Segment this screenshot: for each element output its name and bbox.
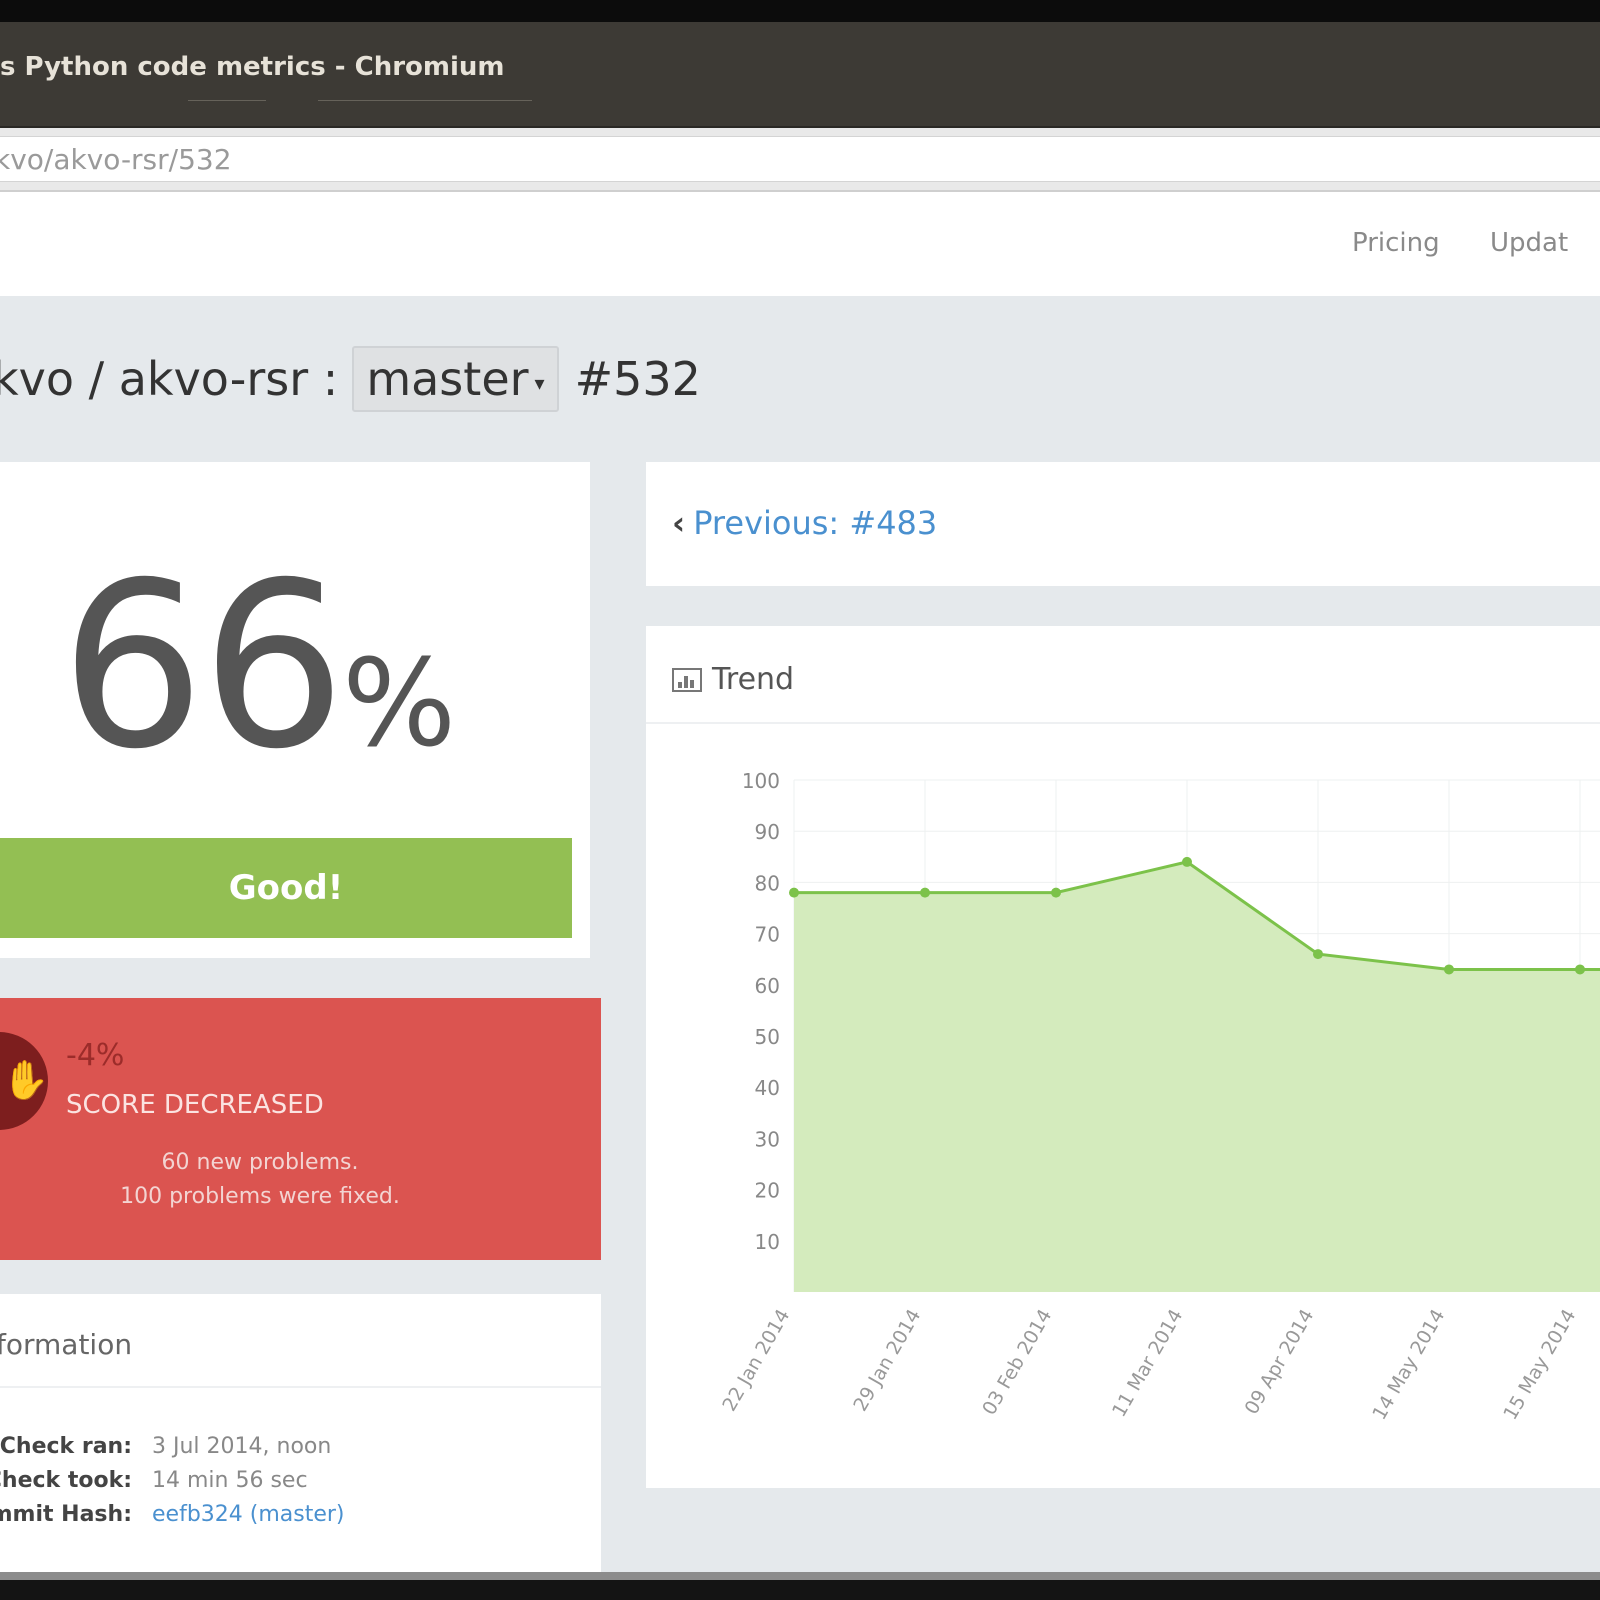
x-tick-label: 14 May 2014: [1368, 1306, 1449, 1424]
trend-point: [920, 887, 930, 898]
y-tick-label: 50: [755, 1025, 780, 1049]
x-tick-label: 03 Feb 2014: [978, 1306, 1056, 1419]
x-tick-label: 09 Apr 2014: [1241, 1306, 1319, 1419]
score-change-label: SCORE DECREASED: [66, 1090, 324, 1120]
x-tick-label: 22 Jan 2014: [718, 1306, 794, 1416]
window-title: s Python code metrics - Chromium: [0, 52, 505, 82]
y-tick-label: 90: [755, 820, 780, 844]
window-titlebar: s Python code metrics - Chromium: [0, 22, 1600, 128]
trend-point: [1051, 887, 1061, 898]
y-tick-label: 70: [755, 923, 780, 947]
trend-header: Trend: [672, 662, 794, 697]
chart-icon: [672, 667, 702, 692]
score-display: 66%: [60, 552, 456, 780]
page-content: kvo / akvo-rsr : master ▾ #532 66% Good! …: [0, 296, 1600, 1572]
y-tick-label: 100: [742, 769, 780, 793]
y-tick-label: 30: [755, 1127, 780, 1151]
info-value: 14 min 56 sec: [152, 1468, 308, 1493]
trend-panel: Trend 10 20 30 40 50 60 70 80 90 100 22 Jan 2014 29…: [646, 626, 1600, 1488]
url-field[interactable]: kvo/akvo-rsr/532: [0, 136, 1600, 182]
information-panel: formation Check ran: 3 Jul 2014, noon Ch…: [0, 1294, 601, 1572]
score-verdict-badge: Good!: [0, 838, 572, 938]
y-tick-label: 20: [755, 1179, 780, 1203]
title-underline: [188, 100, 266, 101]
score-value: 66: [60, 533, 346, 799]
trend-point: [1575, 964, 1585, 975]
caret-down-icon: ▾: [534, 370, 545, 395]
information-title: formation: [0, 1328, 133, 1361]
score-delta: -4%: [66, 1038, 125, 1073]
y-tick-label: 80: [755, 871, 780, 895]
y-tick-label: 10: [755, 1230, 780, 1254]
score-change-alert: ✋ -4% SCORE DECREASED 60 new problems. 1…: [0, 998, 601, 1260]
trend-title: Trend: [712, 662, 795, 697]
page-title: kvo / akvo-rsr : master ▾ #532: [0, 346, 701, 412]
nav-updates-link[interactable]: Updat: [1490, 228, 1568, 258]
branch-dropdown[interactable]: master ▾: [352, 346, 559, 412]
previous-build-panel: ‹ Previous: #483: [646, 462, 1600, 586]
previous-build-link[interactable]: ‹ Previous: #483: [672, 504, 937, 542]
y-tick-label: 60: [755, 974, 780, 998]
score-panel: 66% Good!: [0, 462, 590, 958]
x-tick-label: 15 May 2014: [1499, 1306, 1580, 1424]
screen-bottom-edge: [0, 1572, 1600, 1600]
browser-address-bar: kvo/akvo-rsr/532: [0, 128, 1600, 192]
thumbs-down-icon: ✋: [0, 1032, 49, 1130]
branch-name: master: [366, 352, 529, 406]
info-key: Check took:: [0, 1468, 132, 1493]
trend-area: [794, 861, 1600, 1292]
trend-point: [1313, 949, 1323, 960]
nav-pricing-link[interactable]: Pricing: [1352, 228, 1440, 258]
info-key: mmit Hash:: [0, 1502, 132, 1527]
y-tick-label: 40: [755, 1076, 780, 1100]
commit-hash-link[interactable]: eefb324 (master): [152, 1502, 345, 1527]
url-text: kvo/akvo-rsr/532: [0, 143, 232, 176]
trend-point: [1444, 964, 1454, 975]
fixed-problems-text: 100 problems were fixed.: [120, 1184, 400, 1209]
title-underline: [318, 100, 532, 101]
x-tick-label: 29 Jan 2014: [849, 1306, 925, 1416]
divider: [646, 722, 1600, 724]
screen-top-edge: [0, 0, 1600, 22]
divider: [0, 1386, 601, 1388]
repo-path[interactable]: kvo / akvo-rsr :: [0, 352, 338, 406]
new-problems-text: 60 new problems.: [161, 1150, 359, 1175]
trend-chart: 10 20 30 40 50 60 70 80 90 100 22 Jan 2014 29 Jan 2…: [718, 769, 1600, 1424]
trend-point: [1182, 856, 1192, 867]
info-value: 3 Jul 2014, noon: [152, 1434, 332, 1459]
chevron-left-icon: ‹: [672, 504, 686, 542]
x-tick-label: 11 Mar 2014: [1108, 1306, 1187, 1421]
site-navbar: Pricing Updat: [0, 192, 1600, 296]
score-unit: %: [342, 635, 457, 774]
info-key: Check ran:: [0, 1434, 132, 1459]
build-number: #532: [574, 352, 701, 406]
previous-build-label: Previous: #483: [693, 504, 938, 542]
trend-point: [789, 887, 799, 898]
